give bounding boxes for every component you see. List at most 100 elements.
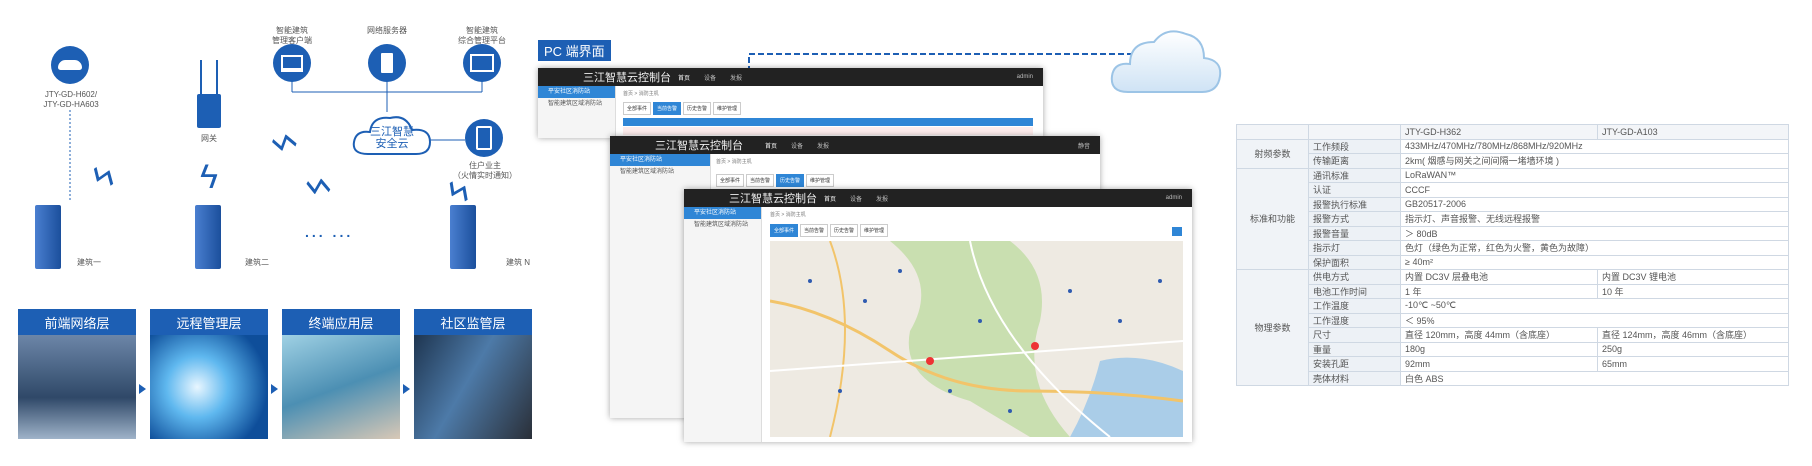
spec-value: 1 年: [1400, 283, 1598, 299]
spec-value: 色灯（绿色为正常，红色为火警，黄色为故障）: [1400, 240, 1789, 256]
spec-label: 电池工作时间: [1308, 283, 1401, 299]
tab[interactable]: 全部事件: [716, 174, 745, 187]
alarm-table-row[interactable]: [623, 127, 1033, 135]
spec-label: 认证: [1308, 182, 1401, 198]
sidebar-item[interactable]: 平安社区消防站: [684, 207, 761, 219]
tab[interactable]: 当前告警: [800, 224, 829, 237]
spec-category: 物理参数: [1236, 269, 1309, 386]
nav-device[interactable]: 设备: [704, 73, 716, 82]
console-user[interactable]: admin: [1017, 74, 1033, 80]
console-nav: 首页 设备 发报: [824, 194, 888, 203]
pc-section-title: PC 端界面: [538, 40, 611, 61]
client-label: 智能建筑 管理客户端: [272, 26, 312, 45]
spec-value: 180g: [1400, 341, 1598, 357]
spec-value-b: 内置 DC3V 锂电池: [1597, 269, 1789, 285]
nav-report[interactable]: 发报: [730, 73, 742, 82]
spec-header-cell: [1236, 124, 1309, 140]
spec-label: 工作温度: [1308, 298, 1401, 314]
spec-row: 工作温度 -10℃ ~50℃: [1237, 298, 1789, 314]
nav-report[interactable]: 发报: [876, 194, 888, 203]
cloud-icon: [1108, 20, 1224, 100]
spec-header-cell: [1308, 124, 1401, 140]
tab[interactable]: 全部事件: [770, 224, 799, 237]
cloud-label: 三江智慧 安全云: [370, 126, 414, 150]
layer-title: 远程管理层: [150, 309, 268, 335]
tab[interactable]: 历史告警: [830, 224, 859, 237]
spec-value: 内置 DC3V 层叠电池: [1400, 269, 1598, 285]
spec-row: 报警音量＞ 80dB: [1237, 225, 1789, 241]
spec-label: 报警音量: [1308, 225, 1401, 241]
layer-card: 终端应用层: [282, 309, 400, 439]
spec-row: 传输距离 2km( 烟感与网关之间间隔一堵墙环境 ): [1237, 153, 1789, 169]
console-nav: 首页 设备 发报: [678, 73, 742, 82]
tab[interactable]: 全部事件: [623, 102, 652, 115]
spec-row: 重量 180g 250g: [1237, 341, 1789, 357]
spec-value: 2km( 烟感与网关之间间隔一堵墙环境 ): [1400, 153, 1789, 169]
layer-strip: 前端网络层 远程管理层 终端应用层 社区监管层: [18, 309, 538, 441]
expand-button[interactable]: [1172, 227, 1182, 236]
console-tabs: 全部事件 当前告警 历史告警 维护管理: [623, 102, 742, 115]
spec-row: 电池工作时间 1 年 10 年: [1237, 283, 1789, 299]
spec-row: 标准和功能 通讯标准 LoRaWAN™: [1236, 167, 1789, 270]
breadcrumb: 首页 > 消防主机: [716, 159, 752, 165]
console-sidebar: 平安社区消防站 智能建筑区域消防站: [538, 86, 616, 138]
phone-icon: [465, 119, 503, 157]
console-window: 三江智慧云控制台 首页 设备 发报 admin 平安社区消防站 智能建筑区域消防…: [684, 189, 1192, 442]
spec-label: 工作频段: [1308, 138, 1401, 154]
tab[interactable]: 维护管理: [860, 224, 889, 237]
console-window: 三江智慧云控制台 首页 设备 发报 admin 平安社区消防站 智能建筑区域消防…: [538, 68, 1043, 138]
buildingN-label: 建筑 N: [506, 258, 530, 267]
detector-label: JTY-GD-H602/ JTY-GD-HA603: [43, 90, 99, 109]
wireless-signal-icon: ϟ: [200, 158, 218, 196]
spec-row: 保护面积 ≥ 40m²: [1237, 254, 1789, 270]
spec-value: GB20517-2006: [1400, 196, 1789, 212]
spec-label: 供电方式: [1308, 269, 1401, 285]
sidebar-item[interactable]: 智能建筑区域消防站: [538, 98, 615, 110]
tab[interactable]: 维护管理: [713, 102, 742, 115]
sidebar-item[interactable]: 智能建筑区域消防站: [610, 166, 710, 178]
spec-label: 报警方式: [1308, 211, 1401, 227]
nav-home[interactable]: 首页: [765, 141, 777, 150]
spec-row: 尺寸 直径 120mm，高度 44mm（含底座） 直径 124mm，高度 46mm（…: [1237, 327, 1789, 343]
spec-table: JTY-GD-H362 JTY-GD-A103 射频参数 工作频段 433MHz/4…: [1236, 124, 1789, 386]
spec-label: 报警执行标准: [1308, 196, 1401, 212]
building2-label: 建筑二: [245, 258, 269, 267]
layer-image: [414, 335, 532, 439]
console-title: 三江智慧云控制台: [583, 72, 671, 84]
platform-label: 智能建筑 综合管理平台: [458, 26, 506, 45]
sidebar-item[interactable]: 平安社区消防站: [610, 154, 710, 166]
tab[interactable]: 当前告警: [746, 174, 775, 187]
spec-header-row: JTY-GD-H362 JTY-GD-A103: [1236, 124, 1789, 140]
nav-device[interactable]: 设备: [850, 194, 862, 203]
breadcrumb: 首页 > 消防主机: [770, 212, 806, 218]
server-label: 网络服务器: [367, 26, 407, 35]
spec-label: 壳体材料: [1308, 370, 1401, 386]
breadcrumb: 首页 > 消防主机: [623, 91, 659, 97]
tab[interactable]: 历史告警: [683, 102, 712, 115]
nav-report[interactable]: 发报: [817, 141, 829, 150]
smoke-detector-icon: [51, 46, 89, 84]
console-status[interactable]: 静音: [1078, 141, 1090, 150]
nav-device[interactable]: 设备: [791, 141, 803, 150]
spec-label: 重量: [1308, 341, 1401, 357]
spec-row: 指示灯 色灯（绿色为正常，红色为火警，黄色为故障）: [1237, 240, 1789, 256]
spec-value: CCCF: [1400, 182, 1789, 198]
tab[interactable]: 当前告警: [653, 102, 682, 115]
spec-value: 直径 120mm，高度 44mm（含底座）: [1400, 327, 1598, 343]
console-tabs: 全部事件 当前告警 历史告警 维护管理: [716, 174, 835, 187]
console-titlebar: 三江智慧云控制台 首页 设备 发报 admin: [684, 189, 1192, 207]
sidebar-item[interactable]: 平安社区消防站: [538, 86, 615, 98]
spec-value: 白色 ABS: [1400, 370, 1789, 386]
sidebar-item[interactable]: 智能建筑区域消防站: [684, 219, 761, 231]
tab[interactable]: 历史告警: [776, 174, 805, 187]
nav-home[interactable]: 首页: [678, 73, 690, 82]
spec-value-b: 65mm: [1597, 356, 1789, 372]
tab[interactable]: 维护管理: [806, 174, 835, 187]
map-view[interactable]: [770, 241, 1183, 437]
spec-row: 工作湿度＜ 95%: [1237, 312, 1789, 328]
building1-label: 建筑一: [77, 258, 101, 267]
nav-home[interactable]: 首页: [824, 194, 836, 203]
console-user[interactable]: admin: [1166, 195, 1182, 201]
spec-label: 工作湿度: [1308, 312, 1401, 328]
spec-category: 射频参数: [1236, 138, 1309, 169]
